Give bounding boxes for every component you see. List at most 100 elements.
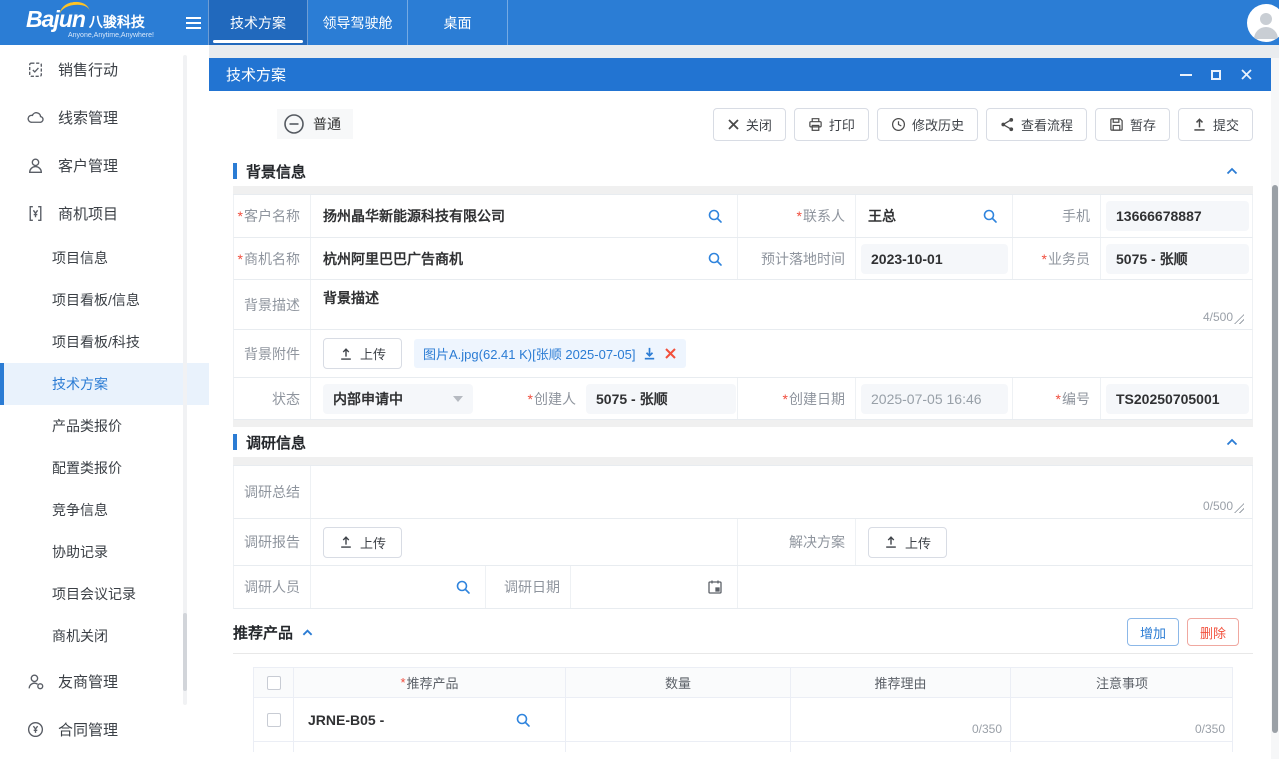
survey-summary-textarea[interactable]: 0/500 <box>311 466 1252 518</box>
print-button[interactable]: 打印 <box>794 108 869 141</box>
section-accent-bar <box>233 163 237 179</box>
search-icon[interactable] <box>707 208 723 224</box>
close-button[interactable]: 关闭 <box>713 108 786 141</box>
window-body: 普通 关闭 打印 修改历史 <box>209 91 1271 759</box>
sidebar-item-customers[interactable]: 客户管理 <box>0 141 209 189</box>
reason-field[interactable]: 0/350 <box>791 698 1011 741</box>
upload-button[interactable]: 上传 <box>868 527 947 558</box>
sidebar-sub-assist-record[interactable]: 协助记录 <box>0 531 209 573</box>
history-button[interactable]: 修改历史 <box>877 108 978 141</box>
tab-leader-cockpit[interactable]: 领导驾驶舱 <box>308 0 408 45</box>
content-scrollbar-thumb[interactable] <box>1272 185 1278 733</box>
search-icon[interactable] <box>455 579 471 595</box>
opportunity-name-field[interactable]: 杭州阿里巴巴广告商机 <box>311 238 738 279</box>
resize-grip-icon[interactable] <box>1234 503 1244 513</box>
spacer <box>233 186 1253 194</box>
add-row-button[interactable]: 增加 <box>1127 618 1179 646</box>
landing-date-field: 2023-10-01 <box>856 238 1013 279</box>
priority-badge: 普通 <box>277 109 353 139</box>
minus-circle-icon <box>283 113 305 135</box>
sidebar-sub-config-quote[interactable]: 配置类报价 <box>0 447 209 489</box>
logo-text-cn: 八骏科技 <box>89 12 145 32</box>
customer-name-field[interactable]: 扬州晶华新能源科技有限公司 <box>311 195 738 237</box>
empty-cell <box>738 566 1252 608</box>
user-icon <box>26 156 45 175</box>
sidebar-sub-meeting-record[interactable]: 项目会议记录 <box>0 573 209 615</box>
sidebar-item-leads[interactable]: 线索管理 <box>0 93 209 141</box>
notes-field[interactable]: 0/350 <box>1011 698 1233 741</box>
creator-label: *创建人 <box>491 389 586 409</box>
collapse-chevron-up-icon[interactable] <box>301 627 314 638</box>
collapse-chevron-up-icon[interactable] <box>1225 165 1239 177</box>
sidebar-sub-opp-close[interactable]: 商机关闭 <box>0 615 209 657</box>
survey-people-field[interactable] <box>311 566 486 608</box>
quantity-field[interactable] <box>566 698 791 741</box>
contact-field[interactable]: 王总 <box>856 195 1013 237</box>
attachment-chip[interactable]: 图片A.jpg(62.41 K)[张顺 2025-07-05] <box>414 339 686 368</box>
table-row: JRNE-B05 - 0/350 0/350 <box>254 698 1232 742</box>
sidebar-item-partners[interactable]: 友商管理 <box>0 657 209 705</box>
attachment-name[interactable]: 图片A.jpg(62.41 K)[张顺 2025-07-05] <box>423 344 635 363</box>
sidebar-scrollbar-track[interactable] <box>183 55 187 705</box>
calendar-icon[interactable] <box>707 579 723 595</box>
resize-grip-icon[interactable] <box>1234 314 1244 324</box>
sidebar-sub-tech-solution[interactable]: 技术方案 <box>0 363 209 405</box>
user-gear-icon <box>26 672 45 691</box>
user-avatar[interactable] <box>1247 4 1279 42</box>
survey-people-label: 调研人员 <box>234 566 311 608</box>
download-icon[interactable] <box>642 346 657 361</box>
delete-row-button[interactable]: 删除 <box>1187 618 1239 646</box>
background-desc-textarea[interactable]: 背景描述 4/500 <box>311 280 1252 329</box>
view-flow-button[interactable]: 查看流程 <box>986 108 1087 141</box>
survey-date-field[interactable] <box>571 566 738 608</box>
sidebar-item-label: 友商管理 <box>58 671 118 692</box>
menu-hamburger-icon[interactable] <box>178 0 208 45</box>
person-icon <box>1252 9 1279 39</box>
row-select-cell <box>254 698 294 741</box>
search-icon[interactable] <box>982 208 998 224</box>
tab-desktop[interactable]: 桌面 <box>408 0 508 45</box>
cloud-icon <box>26 108 45 127</box>
select-all-checkbox[interactable] <box>267 676 281 690</box>
contact-label: *联系人 <box>738 195 856 237</box>
sidebar-scrollbar-thumb[interactable] <box>183 613 187 691</box>
status-select[interactable]: 内部申请中 <box>323 384 473 414</box>
priority-label: 普通 <box>313 114 341 134</box>
close-icon[interactable] <box>1235 65 1257 85</box>
sidebar-sub-competition[interactable]: 竞争信息 <box>0 489 209 531</box>
row-checkbox[interactable] <box>267 713 281 727</box>
sidebar-sub-board-tech[interactable]: 项目看板/科技 <box>0 321 209 363</box>
save-draft-button[interactable]: 暂存 <box>1095 108 1170 141</box>
submit-button[interactable]: 提交 <box>1178 108 1253 141</box>
customer-name-label: *客户名称 <box>234 195 311 237</box>
sidebar-sub-project-info[interactable]: 项目信息 <box>0 237 209 279</box>
mobile-field: 13666678887 <box>1101 195 1254 237</box>
upload-button[interactable]: 上传 <box>323 338 402 369</box>
floppy-icon <box>1109 117 1124 132</box>
search-icon[interactable] <box>515 712 531 728</box>
collapse-chevron-up-icon[interactable] <box>1225 436 1239 448</box>
minimize-icon[interactable] <box>1175 65 1197 85</box>
tab-tech-solution[interactable]: 技术方案 <box>208 0 308 45</box>
sidebar-item-label: 合同管理 <box>58 719 118 740</box>
sidebar-item-label: 销售行动 <box>58 59 118 80</box>
products-title: 推荐产品 <box>233 622 293 643</box>
upload-button[interactable]: 上传 <box>323 527 402 558</box>
solution-label: 解决方案 <box>738 519 856 565</box>
sidebar-item-sales-action[interactable]: 销售行动 <box>0 45 209 93</box>
sidebar-sub-product-quote[interactable]: 产品类报价 <box>0 405 209 447</box>
landing-date-label: 预计落地时间 <box>738 238 856 279</box>
divider <box>233 653 1253 654</box>
solution-field: 上传 <box>856 519 1252 565</box>
toolbar: 关闭 打印 修改历史 查看流程 <box>713 108 1253 141</box>
top-tabs: 技术方案 领导驾驶舱 桌面 <box>208 0 508 45</box>
search-icon[interactable] <box>707 251 723 267</box>
section-title: 调研信息 <box>246 432 1225 453</box>
remove-attachment-icon[interactable] <box>664 347 677 360</box>
share-flow-icon <box>1000 117 1015 132</box>
sidebar-item-opportunity[interactable]: 商机项目 <box>0 189 209 237</box>
sidebar-sub-board-info[interactable]: 项目看板/信息 <box>0 279 209 321</box>
product-field[interactable]: JRNE-B05 - <box>294 698 566 741</box>
maximize-icon[interactable] <box>1205 65 1227 85</box>
sidebar-item-contracts[interactable]: 合同管理 <box>0 705 209 753</box>
